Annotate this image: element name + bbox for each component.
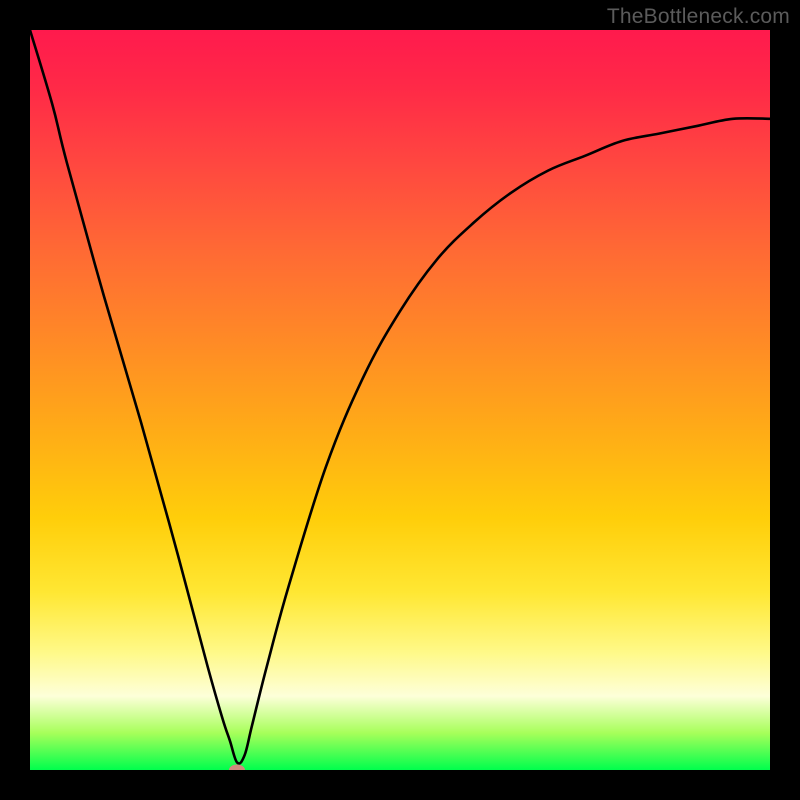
plot-area: [30, 30, 770, 770]
bottleneck-curve: [30, 30, 770, 764]
minimum-marker: [229, 765, 245, 771]
curve-svg: [30, 30, 770, 770]
watermark-text: TheBottleneck.com: [607, 5, 790, 29]
chart-frame: TheBottleneck.com: [0, 0, 800, 800]
